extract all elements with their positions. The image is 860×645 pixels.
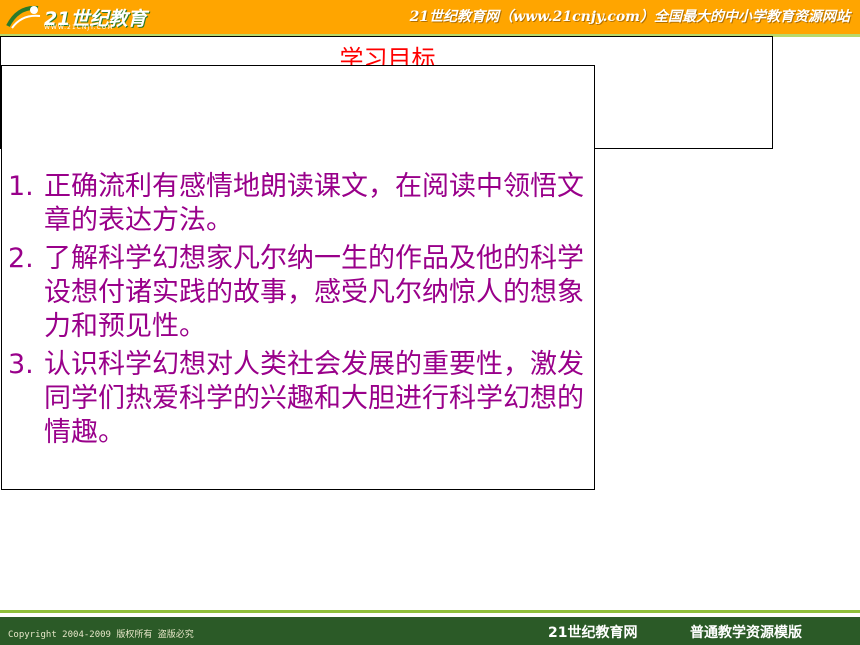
goal-number: 3. <box>8 349 34 380</box>
header-bar: 21世纪教育 WWW.21CNJY.COM 21世纪教育网（www.21cnjy… <box>0 0 860 34</box>
logo-swoosh-icon <box>6 5 41 29</box>
goal-text: 认识科学幻想对人类社会发展的重要性，激发同学们热爱科学的兴趣和大胆进行科学幻想的… <box>44 349 584 448</box>
goals-list: 1. 正确流利有感情地朗读课文，在阅读中领悟文章的表达方法。 2. 了解科学幻想家凡尔… <box>8 170 588 454</box>
goals-text-frame: 1. 正确流利有感情地朗读课文，在阅读中领悟文章的表达方法。 2. 了解科学幻想家凡尔… <box>1 65 595 490</box>
goal-number: 1. <box>8 171 34 202</box>
site-tagline: 21世纪教育网（www.21cnjy.com）全国最大的中小学教育资源网站 <box>409 9 850 25</box>
goal-item: 3. 认识科学幻想对人类社会发展的重要性，激发同学们热爱科学的兴趣和大胆进行科学幻… <box>8 348 588 450</box>
goal-item: 1. 正确流利有感情地朗读课文，在阅读中领悟文章的表达方法。 <box>8 170 588 238</box>
footer-brand[interactable]: 21世纪教育网 <box>548 622 637 642</box>
copyright-text: Copyright 2004-2009 版权所有 盗版必究 <box>8 630 194 640</box>
site-logo[interactable]: 21世纪教育 WWW.21CNJY.COM <box>4 0 184 34</box>
goal-text: 了解科学幻想家凡尔纳一生的作品及他的科学设想付诸实践的故事，感受凡尔纳惊人的想象… <box>44 243 584 342</box>
goal-item: 2. 了解科学幻想家凡尔纳一生的作品及他的科学设想付诸实践的故事，感受凡尔纳惊人的… <box>8 242 588 344</box>
goal-text: 正确流利有感情地朗读课文，在阅读中领悟文章的表达方法。 <box>44 171 584 236</box>
logo-subtext: WWW.21CNJY.COM <box>44 24 114 31</box>
goal-number: 2. <box>8 243 34 274</box>
footer-template-label: 普通教学资源模版 <box>690 625 802 641</box>
slide-title: 学习目标 <box>339 45 436 67</box>
